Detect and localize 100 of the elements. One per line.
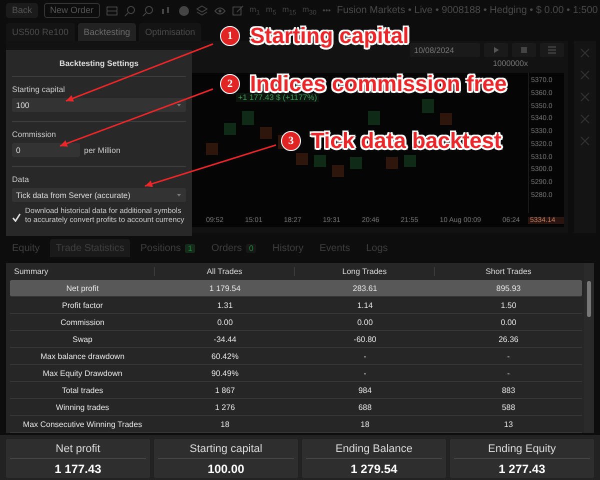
candle bbox=[332, 165, 344, 177]
candle bbox=[368, 111, 380, 125]
panel-title: Backtesting Settings bbox=[12, 50, 186, 77]
back-button[interactable]: Back bbox=[6, 3, 38, 18]
table-cell-text: 18 bbox=[220, 420, 230, 428]
edit-icon[interactable] bbox=[232, 4, 244, 16]
table-cell-text: -60.80 bbox=[352, 334, 378, 344]
speed-label: 1000000x bbox=[492, 59, 528, 70]
table-cell-text: - bbox=[506, 352, 511, 360]
table-cell-text: 1.31 bbox=[216, 300, 234, 310]
table-cell-text: 588 bbox=[500, 402, 516, 412]
table-row[interactable]: Winning trades 1 276 688 588 bbox=[10, 399, 582, 416]
table-cell-text: 0.00 bbox=[500, 318, 518, 326]
card-value: 1 177.43 bbox=[54, 461, 102, 476]
table-cell-text: 283.61 bbox=[352, 284, 378, 292]
candle bbox=[314, 155, 326, 167]
eye-icon[interactable] bbox=[214, 4, 226, 16]
candle bbox=[260, 127, 272, 139]
table-cell-text: Winning trades bbox=[54, 402, 110, 412]
table-cell-text: Max balance drawdown bbox=[39, 352, 126, 360]
card-label: Net profit bbox=[10, 441, 146, 459]
table-cell-text: 688 bbox=[357, 402, 373, 412]
table-cell-text: 1.50 bbox=[500, 300, 518, 310]
table-cell-text: 984 bbox=[357, 386, 373, 394]
checkbox[interactable] bbox=[12, 213, 21, 222]
candle bbox=[350, 157, 362, 169]
table-cell-text: Total trades bbox=[60, 386, 104, 394]
table-cell-text: 90.49% bbox=[210, 368, 240, 378]
layout-icon[interactable] bbox=[106, 4, 118, 16]
candle bbox=[386, 157, 398, 169]
table-cell-text: Profit factor bbox=[61, 300, 104, 310]
account-info: Fusion Markets • Live • 9008188 • Hedging • $ 0.00 • 1:500 bbox=[336, 5, 598, 16]
table-cell-text: -34.44 bbox=[212, 334, 238, 344]
table-cell-text: - bbox=[362, 352, 368, 360]
table-cell-text: 883 bbox=[500, 386, 516, 394]
candle bbox=[296, 153, 308, 165]
column-header: All Trades bbox=[155, 267, 295, 276]
table-cell-text: 26.36 bbox=[497, 334, 520, 344]
more-button[interactable]: ••• bbox=[322, 6, 331, 15]
candle bbox=[422, 99, 434, 113]
table-cell-text: 13 bbox=[503, 420, 514, 428]
table-row[interactable]: Profit factor 1.31 1.14 1.50 bbox=[10, 297, 582, 314]
field-label: Starting capital bbox=[12, 85, 66, 94]
table-row[interactable]: Total trades 1 867 984 883 bbox=[10, 382, 582, 399]
callout-text: Starting capital bbox=[250, 25, 409, 47]
table-cell-text: - bbox=[506, 368, 511, 378]
zoom-out-icon[interactable] bbox=[142, 4, 154, 16]
layers-icon[interactable] bbox=[196, 4, 208, 16]
count-badge: 0 bbox=[246, 244, 256, 252]
caret-icon bbox=[176, 192, 182, 198]
table-cell-text: - bbox=[362, 368, 368, 378]
scrollbar[interactable] bbox=[584, 263, 594, 433]
table-cell-text: Swap bbox=[71, 334, 94, 344]
card-label: Starting capital bbox=[158, 441, 294, 459]
candle bbox=[404, 155, 416, 167]
table-cell-text: 1 276 bbox=[214, 402, 236, 412]
card-value: 1 279.54 bbox=[350, 461, 398, 476]
table-row[interactable]: Commission 0.00 0.00 0.00 bbox=[10, 314, 582, 331]
table-cell-text: Max Consecutive Winning Trades bbox=[22, 420, 144, 428]
table-row[interactable]: Max Equity Drawdown 90.49% - - bbox=[10, 365, 582, 382]
stop-icon bbox=[518, 44, 530, 56]
card-value: 100.00 bbox=[208, 461, 244, 476]
candle bbox=[206, 143, 218, 155]
callout-text: Tick data backtest bbox=[311, 130, 502, 152]
number-badge: 1 bbox=[220, 26, 240, 46]
table-cell-text: 895.93 bbox=[495, 284, 522, 292]
date-field[interactable]: 10/08/2024 bbox=[410, 43, 480, 57]
table-cell-text: 1.14 bbox=[356, 300, 374, 310]
table-row[interactable]: Swap -34.44 -60.80 26.36 bbox=[10, 331, 582, 348]
table-cell-text: 0.00 bbox=[216, 318, 234, 326]
play-button[interactable] bbox=[484, 43, 508, 57]
table-row[interactable]: Max Consecutive Winning Trades 18 18 13 bbox=[10, 416, 582, 433]
list-button[interactable] bbox=[540, 43, 564, 57]
stop-button[interactable] bbox=[512, 43, 536, 57]
profit-label: +1 177.43 $ (+1177%) bbox=[236, 93, 320, 102]
column-header: Summary bbox=[10, 267, 155, 276]
card-label: Ending Balance bbox=[306, 441, 442, 459]
commission-field[interactable]: 0 bbox=[12, 143, 80, 157]
table-cell-text: 18 bbox=[360, 420, 370, 428]
table-row[interactable]: Max balance drawdown 60.42% - - bbox=[10, 348, 582, 365]
table-cell-text: Commission bbox=[59, 318, 106, 326]
column-header: Long Trades bbox=[295, 267, 435, 276]
card-value: 1 277.43 bbox=[498, 461, 546, 476]
data-dropdown[interactable]: Tick data from Server (accurate) bbox=[12, 188, 186, 202]
candle bbox=[242, 111, 254, 125]
new-order-button[interactable]: New Order bbox=[44, 3, 100, 18]
tab[interactable]: Backtesting bbox=[78, 23, 136, 41]
candles-icon[interactable] bbox=[160, 4, 172, 16]
zoom-in-icon[interactable] bbox=[124, 4, 136, 16]
table-row[interactable]: Net profit 1 179.54 283.61 895.93 bbox=[10, 280, 582, 297]
field-label: Data bbox=[12, 175, 30, 184]
count-badge: 1 bbox=[184, 244, 196, 252]
unit-label: per Million bbox=[84, 146, 120, 154]
capital-field[interactable]: 100 bbox=[12, 98, 186, 112]
table-cell-text: 60.42% bbox=[210, 352, 240, 360]
candle bbox=[224, 123, 236, 135]
caret-icon bbox=[176, 102, 182, 108]
callout-text: Indices commission free bbox=[250, 73, 507, 95]
card-label: Ending Equity bbox=[454, 441, 590, 459]
table-cell-text: 1 179.54 bbox=[208, 284, 242, 292]
